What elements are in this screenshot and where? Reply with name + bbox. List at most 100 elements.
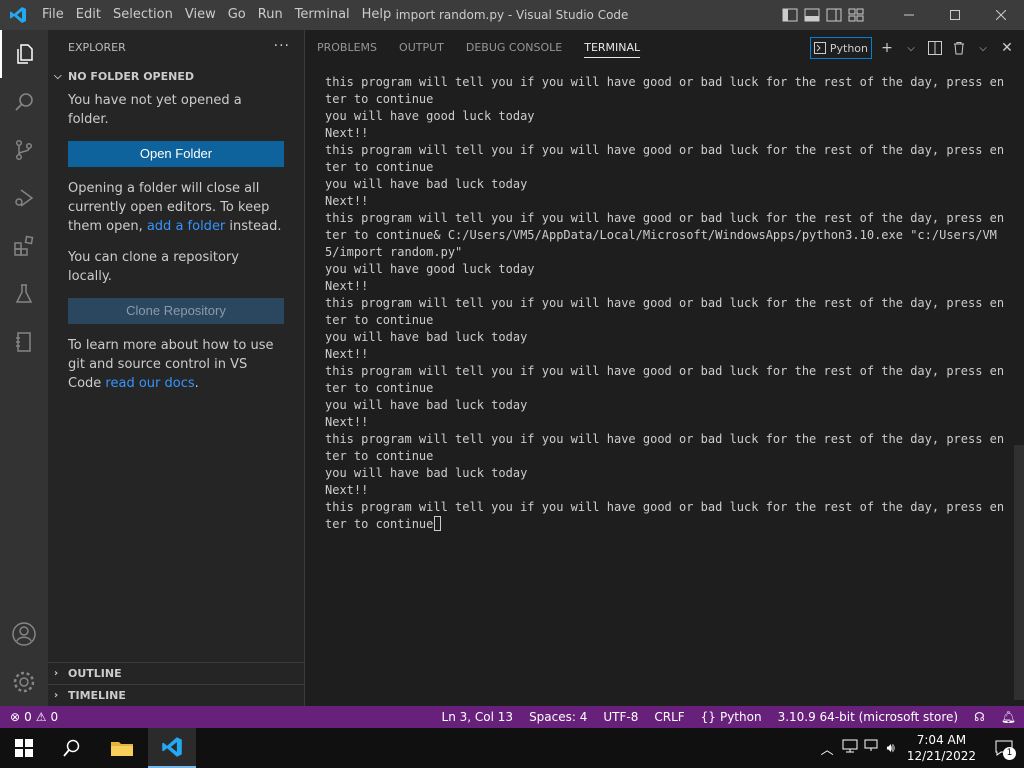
split-terminal-icon[interactable] — [926, 39, 944, 57]
language-mode[interactable]: {} Python — [693, 706, 770, 728]
feedback-icon[interactable]: ☊ — [966, 706, 993, 728]
toggle-primary-sidebar-icon[interactable] — [782, 8, 798, 22]
settings-gear-icon[interactable] — [0, 658, 48, 706]
chevron-down-icon: ⌵ — [54, 70, 62, 82]
explorer-icon[interactable] — [0, 30, 48, 78]
section-label: NO FOLDER OPENED — [68, 69, 194, 83]
language-label: Python — [719, 710, 762, 724]
learn-git-text: To learn more about how to use git and s… — [68, 336, 284, 393]
menu-go[interactable]: Go — [222, 0, 252, 30]
more-actions-icon[interactable]: ··· — [274, 38, 290, 54]
encoding[interactable]: UTF-8 — [595, 706, 646, 728]
menu-edit[interactable]: Edit — [70, 0, 107, 30]
extensions-icon[interactable] — [0, 222, 48, 270]
notebook-icon[interactable] — [0, 318, 48, 366]
network-icon[interactable] — [839, 739, 861, 757]
tab-terminal[interactable]: TERMINAL — [584, 30, 640, 65]
end-of-line[interactable]: CRLF — [646, 706, 692, 728]
problems-status[interactable]: ⊗ 0 ⚠ 0 — [0, 710, 58, 724]
no-folder-section-header[interactable]: ⌵ NO FOLDER OPENED — [48, 65, 304, 87]
action-center-icon[interactable]: 1 — [984, 728, 1024, 768]
status-bar: ⊗ 0 ⚠ 0 Ln 3, Col 13 Spaces: 4 UTF-8 CRL… — [0, 706, 1024, 728]
toggle-secondary-sidebar-icon[interactable] — [826, 8, 842, 22]
taskbar-search-icon[interactable] — [48, 728, 96, 768]
timeline-section-header[interactable]: › TIMELINE — [48, 684, 304, 706]
terminal-line: Next!! — [325, 279, 369, 293]
terminal-line: you will have bad luck today — [325, 330, 528, 344]
clone-repository-button[interactable]: Clone Repository — [68, 298, 284, 324]
welcome-view: You have not yet opened a folder. Open F… — [48, 91, 304, 393]
read-docs-link[interactable]: read our docs — [105, 376, 194, 391]
minimize-button[interactable] — [886, 0, 932, 30]
clock-time: 7:04 AM — [916, 733, 967, 747]
terminal-line: you will have good luck today — [325, 109, 535, 123]
chevron-right-icon: › — [54, 668, 59, 679]
tab-output[interactable]: OUTPUT — [399, 30, 444, 65]
vscode-taskbar-icon[interactable] — [148, 728, 196, 768]
notification-count-badge: 1 — [1003, 747, 1016, 760]
maximize-panel-chevron-icon[interactable]: ⌵ — [974, 39, 992, 57]
close-button[interactable] — [978, 0, 1024, 30]
sidebar-header: EXPLORER ··· — [48, 30, 304, 65]
run-debug-icon[interactable] — [0, 174, 48, 222]
display-icon[interactable] — [861, 739, 883, 757]
terminal-line: Next!! — [325, 126, 369, 140]
outline-section-header[interactable]: › OUTLINE — [48, 662, 304, 684]
error-icon: ⊗ — [10, 710, 21, 724]
open-folder-button[interactable]: Open Folder — [68, 141, 284, 167]
chevron-right-icon: › — [54, 690, 59, 701]
testing-icon[interactable] — [0, 270, 48, 318]
menu-help[interactable]: Help — [356, 0, 398, 30]
terminal-profile-selector[interactable]: Python — [809, 37, 872, 59]
file-explorer-folder-icon[interactable] — [98, 728, 146, 768]
terminal-line: Next!! — [325, 347, 369, 361]
no-folder-text: You have not yet opened a folder. — [68, 93, 242, 127]
new-terminal-plus-icon[interactable]: + — [878, 39, 896, 57]
activity-bar — [0, 30, 48, 706]
menu-terminal[interactable]: Terminal — [289, 0, 356, 30]
panel-tabs: PROBLEMS OUTPUT DEBUG CONSOLE TERMINAL P… — [305, 30, 1024, 65]
menu-file[interactable]: File — [36, 0, 70, 30]
terminal-line: this program will tell you if you will h… — [325, 143, 1005, 174]
error-count: 0 — [24, 710, 32, 724]
learn-text-end: . — [194, 376, 199, 391]
indentation[interactable]: Spaces: 4 — [521, 706, 595, 728]
terminal-line: you will have good luck today — [325, 262, 535, 276]
terminal-line: you will have bad luck today — [325, 466, 528, 480]
warning-count: 0 — [50, 710, 59, 724]
terminal-profile-label: Python — [829, 41, 868, 55]
add-folder-link[interactable]: add a folder — [147, 219, 225, 234]
terminal-line: Next!! — [325, 483, 369, 497]
tab-problems[interactable]: PROBLEMS — [317, 30, 377, 65]
search-icon[interactable] — [0, 78, 48, 126]
tab-debug-console[interactable]: DEBUG CONSOLE — [466, 30, 562, 65]
warning-icon: ⚠ — [35, 710, 47, 724]
panel-actions: Python + ⌵ ⌵ ✕ — [809, 37, 1016, 59]
terminal-output[interactable]: this program will tell you if you will h… — [325, 74, 1009, 533]
cursor-position[interactable]: Ln 3, Col 13 — [434, 706, 522, 728]
maximize-button[interactable] — [932, 0, 978, 30]
toggle-panel-icon[interactable] — [804, 8, 820, 22]
show-hidden-icons-chevron-icon[interactable]: ︿ — [816, 739, 839, 758]
clock[interactable]: 7:04 AM 12/21/2022 — [899, 732, 984, 764]
closing-text-end: instead. — [225, 219, 282, 234]
menu-view[interactable]: View — [179, 0, 222, 30]
python-interpreter[interactable]: 3.10.9 64-bit (microsoft store) — [770, 706, 967, 728]
terminal-line: this program will tell you if you will h… — [325, 364, 1005, 395]
customize-layout-icon[interactable] — [848, 8, 864, 22]
close-panel-icon[interactable]: ✕ — [998, 39, 1016, 57]
kill-terminal-trash-icon[interactable] — [950, 39, 968, 57]
source-control-icon[interactable] — [0, 126, 48, 174]
menu-selection[interactable]: Selection — [107, 0, 179, 30]
terminal-line: you will have bad luck today — [325, 177, 528, 191]
bottom-panel: PROBLEMS OUTPUT DEBUG CONSOLE TERMINAL P… — [304, 30, 1024, 706]
terminal-cursor — [434, 516, 442, 531]
windows-taskbar: ︿ 🔊︎ 7:04 AM 12/21/2022 1 — [0, 728, 1024, 768]
start-windows-icon[interactable] — [0, 728, 48, 768]
menu-run[interactable]: Run — [252, 0, 289, 30]
notifications-bell-icon[interactable]: 🔔︎ — [993, 706, 1024, 728]
account-icon[interactable] — [0, 610, 48, 658]
volume-icon[interactable]: 🔊︎ — [883, 741, 899, 756]
launch-profile-chevron-icon[interactable]: ⌵ — [902, 39, 920, 57]
terminal-scrollbar[interactable] — [1014, 445, 1024, 700]
